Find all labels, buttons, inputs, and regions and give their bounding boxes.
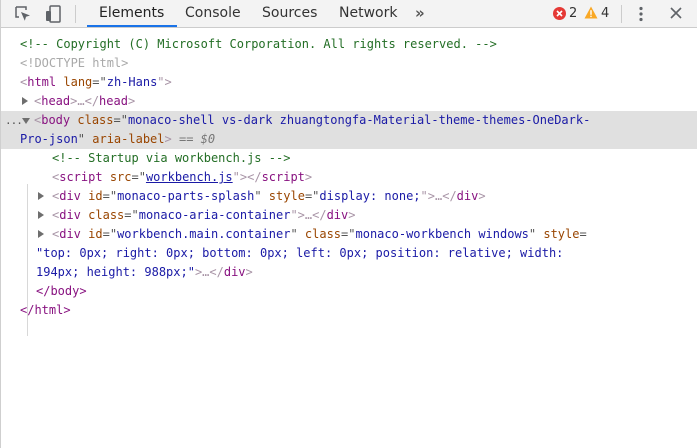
dom-node-comment[interactable]: <!-- Copyright (C) Microsoft Corporation… [1,35,697,54]
tab-sources[interactable]: Sources [262,0,317,27]
more-options-icon[interactable] [638,6,644,22]
device-toolbar-icon[interactable] [44,4,64,24]
devtools-toolbar: Elements Console Sources Network » 2 4 [1,0,697,28]
expand-arrow-icon[interactable] [38,211,44,219]
more-tabs-button[interactable]: » [415,0,425,27]
close-icon[interactable] [669,6,683,20]
toolbar-divider [621,5,622,23]
active-tab-underline [87,25,177,27]
dom-node-script[interactable]: <script src="workbench.js"></script> [1,168,697,187]
tab-console[interactable]: Console [185,0,241,27]
tab-network[interactable]: Network [339,0,397,27]
expand-arrow-icon[interactable] [38,192,44,200]
dom-node-div-splash[interactable]: <div id="monaco-parts-splash" style="dis… [1,187,697,206]
error-icon[interactable] [553,7,566,20]
error-count[interactable]: 2 [569,6,577,21]
expand-arrow-icon[interactable] [22,97,28,105]
dom-node-doctype[interactable]: <!DOCTYPE html> [1,54,697,73]
script-src-link[interactable]: workbench.js [146,170,233,184]
dom-tree: <!-- Copyright (C) Microsoft Corporation… [1,35,697,336]
inspect-icon[interactable] [13,4,33,24]
warning-icon[interactable] [584,6,598,19]
warning-count[interactable]: 4 [601,6,609,21]
expand-arrow-icon[interactable] [38,230,44,238]
dom-node-comment-startup[interactable]: <!-- Startup via workbench.js --> [1,149,697,168]
dom-node-head[interactable]: <head>…</head> [1,92,697,111]
dom-node-body-close[interactable]: </body> [1,282,697,301]
dom-node-div-aria[interactable]: <div class="monaco-aria-container">…</di… [1,206,697,225]
toolbar-divider [75,5,76,23]
dom-node-div-workbench[interactable]: <div id="workbench.main.container" class… [1,225,697,282]
dom-node-body-selected[interactable]: ... <body class="monaco-shell vs-dark zh… [1,111,697,149]
dom-node-html[interactable]: <html lang="zh-Hans"> [1,73,697,92]
tab-elements[interactable]: Elements [99,0,164,27]
dom-node-html-close[interactable]: </html> [1,301,697,320]
